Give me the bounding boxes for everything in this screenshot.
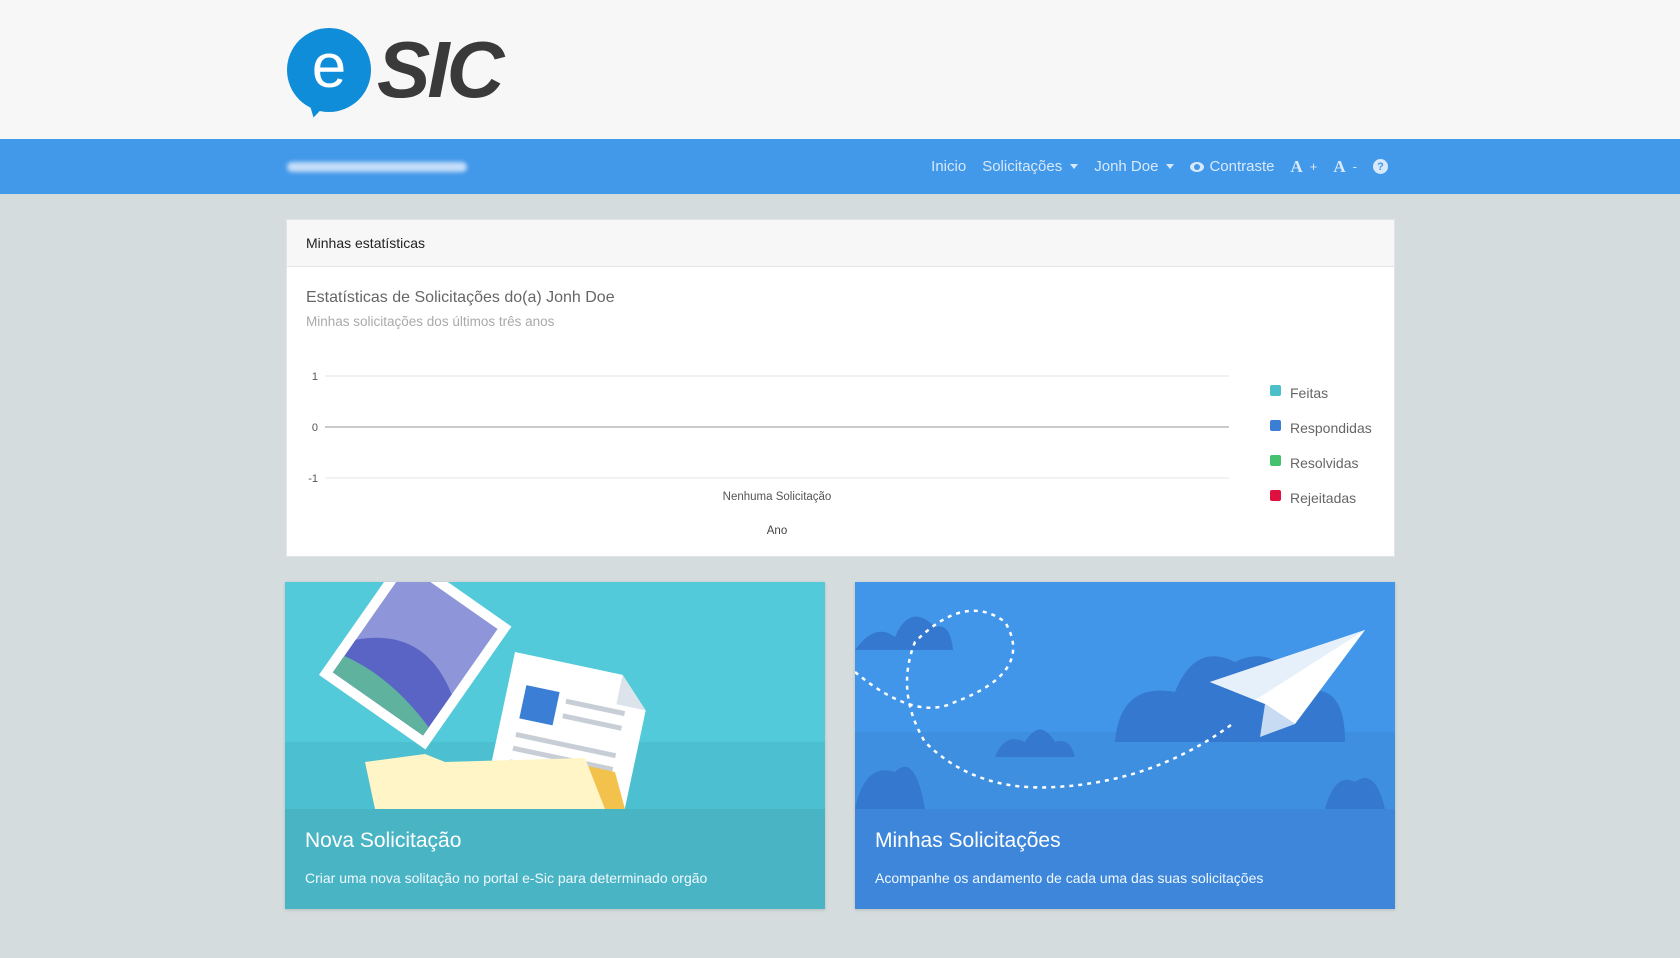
legend-item[interactable]: Resolvidas — [1270, 445, 1372, 480]
esic-logo[interactable]: e SIC — [287, 25, 527, 120]
legend-label: Rejeitadas — [1290, 489, 1357, 506]
legend-label: Respondidas — [1290, 419, 1372, 436]
nav-solicitacoes-dropdown[interactable]: Solicitações — [982, 158, 1079, 175]
chart-svg: 1 0 -1 Nenhuma Solicitação Ano — [308, 371, 1229, 537]
legend-item[interactable]: Feitas — [1270, 375, 1372, 410]
font-decrease-icon: A — [1333, 156, 1346, 176]
font-increase-button[interactable]: A + — [1291, 157, 1318, 177]
nav-solicitacoes-label: Solicitações — [982, 158, 1063, 175]
x-tick-label: Nenhuma Solicitação — [723, 491, 832, 503]
chart-title: Estatísticas de Solicitações do(a) Jonh … — [306, 289, 615, 306]
navbar — [0, 139, 1680, 194]
nova-solicitacao-title: Nova Solicitação — [305, 829, 462, 852]
logo-e: e — [311, 32, 347, 101]
nova-solicitacao-illustration — [285, 582, 825, 809]
nova-solicitacao-description: Criar uma nova solitação no portal e-Sic… — [305, 870, 708, 886]
stats-chart: 1 0 -1 Nenhuma Solicitação Ano — [287, 220, 1396, 558]
help-button[interactable]: ? — [1373, 159, 1388, 174]
minhas-solicitacoes-footer: Minhas Solicitações Acompanhe os andamen… — [855, 809, 1395, 909]
logo-sic: SIC — [377, 25, 504, 114]
nova-solicitacao-tile[interactable]: Nova Solicitação Criar uma nova solitaçã… — [285, 582, 825, 909]
caret-down-icon — [1166, 164, 1175, 169]
legend-item[interactable]: Respondidas — [1270, 410, 1372, 445]
legend-item[interactable]: Rejeitadas — [1270, 480, 1372, 515]
chart-legend: Feitas Respondidas Resolvidas Rejeitadas — [1270, 375, 1372, 515]
minhas-solicitacoes-description: Acompanhe os andamento de cada uma das s… — [875, 870, 1264, 886]
nav-inicio-label: Inicio — [931, 158, 967, 175]
nova-solicitacao-footer: Nova Solicitação Criar uma nova solitaçã… — [285, 809, 825, 909]
legend-swatch — [1270, 490, 1281, 501]
eye-icon — [1190, 161, 1205, 172]
caret-down-icon — [1070, 164, 1079, 169]
y-tick-label: -1 — [308, 473, 318, 485]
help-icon: ? — [1373, 159, 1388, 174]
font-increase-icon: A — [1290, 156, 1303, 176]
x-axis-label: Ano — [767, 525, 787, 537]
chart-subtitle: Minhas solicitações dos últimos três ano… — [306, 314, 555, 329]
nav-menu: Inicio Solicitações Jonh Doe Contraste A… — [931, 139, 1388, 194]
blurred-breadcrumb — [287, 162, 467, 172]
legend-swatch — [1270, 455, 1281, 466]
legend-label: Resolvidas — [1290, 454, 1359, 471]
nav-user-dropdown[interactable]: Jonh Doe — [1094, 158, 1175, 175]
y-tick-label: 0 — [312, 422, 318, 434]
nav-inicio[interactable]: Inicio — [931, 158, 966, 175]
minhas-solicitacoes-title: Minhas Solicitações — [875, 829, 1061, 852]
legend-label: Feitas — [1290, 384, 1329, 401]
nav-contraste-label: Contraste — [1209, 158, 1275, 175]
font-decrease-button[interactable]: A- — [1333, 157, 1357, 177]
legend-swatch — [1270, 385, 1281, 396]
stats-card: Minhas estatísticas 1 0 -1 Nenhuma Solicita… — [286, 219, 1395, 557]
minhas-solicitacoes-illustration — [855, 582, 1395, 809]
y-tick-label: 1 — [312, 371, 318, 383]
header-bar: e SIC — [0, 0, 1680, 139]
minhas-solicitacoes-tile[interactable]: Minhas Solicitações Acompanhe os andamen… — [855, 582, 1395, 909]
font-decrease-suffix: - — [1352, 159, 1357, 174]
nav-contraste[interactable]: Contraste — [1190, 158, 1275, 175]
font-increase-suffix: + — [1309, 159, 1318, 174]
nav-user-label: Jonh Doe — [1094, 158, 1159, 175]
legend-swatch — [1270, 420, 1281, 431]
